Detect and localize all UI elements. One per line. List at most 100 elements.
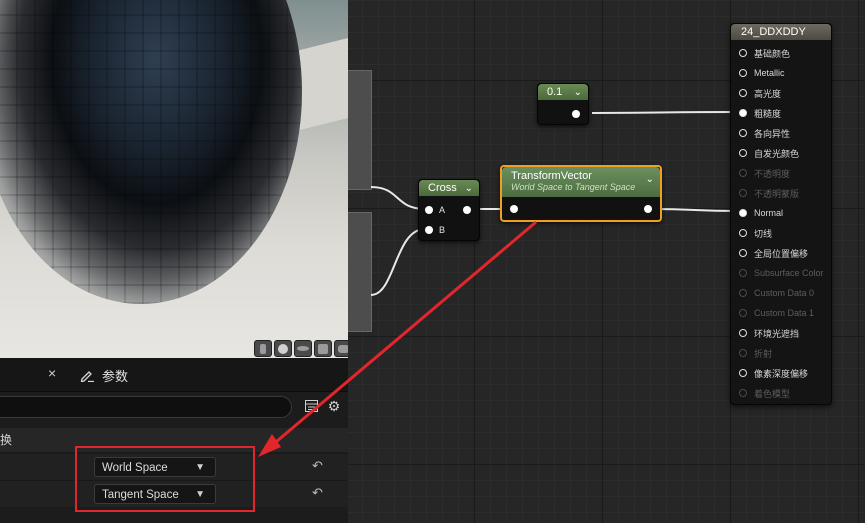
result-pin-label: 高光度 [754, 88, 782, 99]
teapot-preview-button[interactable] [334, 340, 348, 357]
result-pin-row[interactable]: 切线 [739, 227, 772, 239]
cross-input-a-pin[interactable] [425, 206, 433, 214]
result-input-pin[interactable] [739, 349, 747, 357]
transform-node-header: TransformVector World Space to Tangent S… [502, 167, 660, 197]
result-input-pin[interactable] [739, 329, 747, 337]
result-input-pin[interactable] [739, 69, 747, 77]
search-row: ⚙ [0, 396, 348, 422]
result-pin-label: 粗糙度 [754, 108, 782, 119]
source-space-row: World Space ▼ ↶ [0, 453, 348, 480]
column-divider [253, 481, 254, 507]
reset-arrow-icon[interactable]: ↶ [312, 458, 323, 474]
constant-node-title: 0.1 [547, 86, 563, 98]
result-pin-row[interactable]: 不透明蒙版 [739, 187, 799, 199]
result-pin-label: 不透明蒙版 [754, 188, 800, 199]
preview-shape-toolbar [254, 340, 348, 357]
result-pin-label: Metallic [754, 68, 785, 78]
cube-preview-button[interactable] [314, 340, 332, 357]
material-preview-viewport[interactable] [0, 0, 348, 358]
params-tab-label: 参数 [102, 369, 129, 384]
source-space-dropdown[interactable]: World Space ▼ [94, 457, 216, 477]
sphere-preview-button[interactable] [274, 340, 292, 357]
cross-input-b-pin[interactable] [425, 226, 433, 234]
result-input-pin[interactable] [739, 129, 747, 137]
result-input-pin[interactable] [739, 369, 747, 377]
result-pin-label: 各向异性 [754, 128, 791, 139]
details-panel: × 参数 ⚙ 变换 World Space ▼ ↶ Tangent Space … [0, 358, 348, 523]
offscreen-node-lower[interactable] [348, 212, 372, 332]
result-pin-label: 折射 [754, 348, 773, 359]
result-pin-label: Subsurface Color [754, 268, 824, 278]
result-pin-row[interactable]: Custom Data 0 [739, 287, 814, 299]
material-result-node[interactable]: 24_DDXDDY 基础颜色 Metallic 高光度粗糙度各向异性自发光颜色不透明… [730, 23, 832, 405]
result-input-pin[interactable] [739, 249, 747, 257]
cross-node-title: Cross [428, 182, 457, 194]
transform-input-pin[interactable] [510, 205, 518, 213]
destination-space-row: Tangent Space ▼ ↶ [0, 480, 348, 507]
result-input-pin[interactable] [739, 289, 747, 297]
result-pin-row[interactable]: 不透明度 [739, 167, 790, 179]
plane-preview-button[interactable] [294, 340, 312, 357]
cross-input-a-label: A [439, 205, 446, 215]
chevron-down-icon[interactable]: ⌄ [465, 181, 473, 197]
gear-icon[interactable]: ⚙ [326, 397, 342, 415]
result-pin-row[interactable]: 高光度 [739, 87, 781, 99]
cross-node-header: Cross ⌄ [419, 180, 479, 196]
result-pin-row[interactable]: 自发光颜色 [739, 147, 799, 159]
details-search-input[interactable] [0, 396, 292, 418]
result-pin-row[interactable]: 各向异性 [739, 127, 790, 139]
table-icon[interactable] [303, 397, 319, 415]
result-pin-row[interactable]: 折射 [739, 347, 772, 359]
result-pin-row[interactable]: Normal [739, 207, 783, 219]
preview-sphere [0, 0, 302, 304]
result-pin-row[interactable]: 粗糙度 [739, 107, 781, 119]
result-pin-label: 基础颜色 [754, 48, 791, 59]
result-pin-label: 像素深度偏移 [754, 368, 809, 379]
destination-space-dropdown[interactable]: Tangent Space ▼ [94, 484, 216, 504]
result-input-pin[interactable] [739, 309, 747, 317]
result-input-pin[interactable] [739, 149, 747, 157]
result-input-pin[interactable] [739, 49, 747, 57]
tab-params[interactable]: 参数 [80, 366, 128, 385]
category-transform-header[interactable]: 变换 [0, 428, 348, 452]
reset-arrow-icon[interactable]: ↶ [312, 485, 323, 501]
chevron-down-icon: ▼ [195, 462, 205, 473]
offscreen-node-upper[interactable] [348, 70, 372, 190]
result-pin-label: 自发光颜色 [754, 148, 800, 159]
result-pin-row[interactable]: Custom Data 1 [739, 307, 814, 319]
result-input-pin[interactable] [739, 269, 747, 277]
result-input-pin[interactable] [739, 189, 747, 197]
cross-output-pin[interactable] [463, 206, 471, 214]
constant-output-pin[interactable] [572, 110, 580, 118]
result-pin-row[interactable]: Subsurface Color [739, 267, 824, 279]
result-node-title: 24_DDXDDY [731, 24, 831, 40]
chevron-down-icon[interactable]: ⌄ [646, 174, 654, 185]
result-pin-row[interactable]: 全局位置偏移 [739, 247, 808, 259]
constant-node[interactable]: 0.1 ⌄ [537, 83, 589, 125]
result-input-pin[interactable] [739, 209, 747, 217]
result-input-pin[interactable] [739, 229, 747, 237]
category-label: 变换 [0, 433, 13, 447]
result-pin-label: Custom Data 1 [754, 308, 815, 318]
result-input-pin[interactable] [739, 169, 747, 177]
cross-node[interactable]: Cross ⌄ A B [418, 179, 480, 241]
result-pin-label: Custom Data 0 [754, 288, 815, 298]
cross-input-b-label: B [439, 225, 446, 235]
result-pin-label: Normal [754, 208, 784, 218]
result-input-pin[interactable] [739, 389, 747, 397]
close-icon[interactable]: × [48, 365, 56, 381]
result-pin-row[interactable]: 基础颜色 [739, 47, 790, 59]
result-pin-row[interactable]: 环境光遮挡 [739, 327, 799, 339]
chevron-down-icon[interactable]: ⌄ [574, 85, 582, 101]
result-pin-row[interactable]: 着色模型 [739, 387, 790, 399]
result-pin-label: 着色模型 [754, 388, 791, 399]
result-pin-label: 不透明度 [754, 168, 791, 179]
transform-output-pin[interactable] [644, 205, 652, 213]
column-divider [253, 454, 254, 480]
result-input-pin[interactable] [739, 109, 747, 117]
transform-vector-node[interactable]: TransformVector World Space to Tangent S… [500, 165, 662, 222]
result-pin-row[interactable]: 像素深度偏移 [739, 367, 808, 379]
result-input-pin[interactable] [739, 89, 747, 97]
cylinder-preview-button[interactable] [254, 340, 272, 357]
result-pin-row[interactable]: Metallic [739, 67, 785, 79]
